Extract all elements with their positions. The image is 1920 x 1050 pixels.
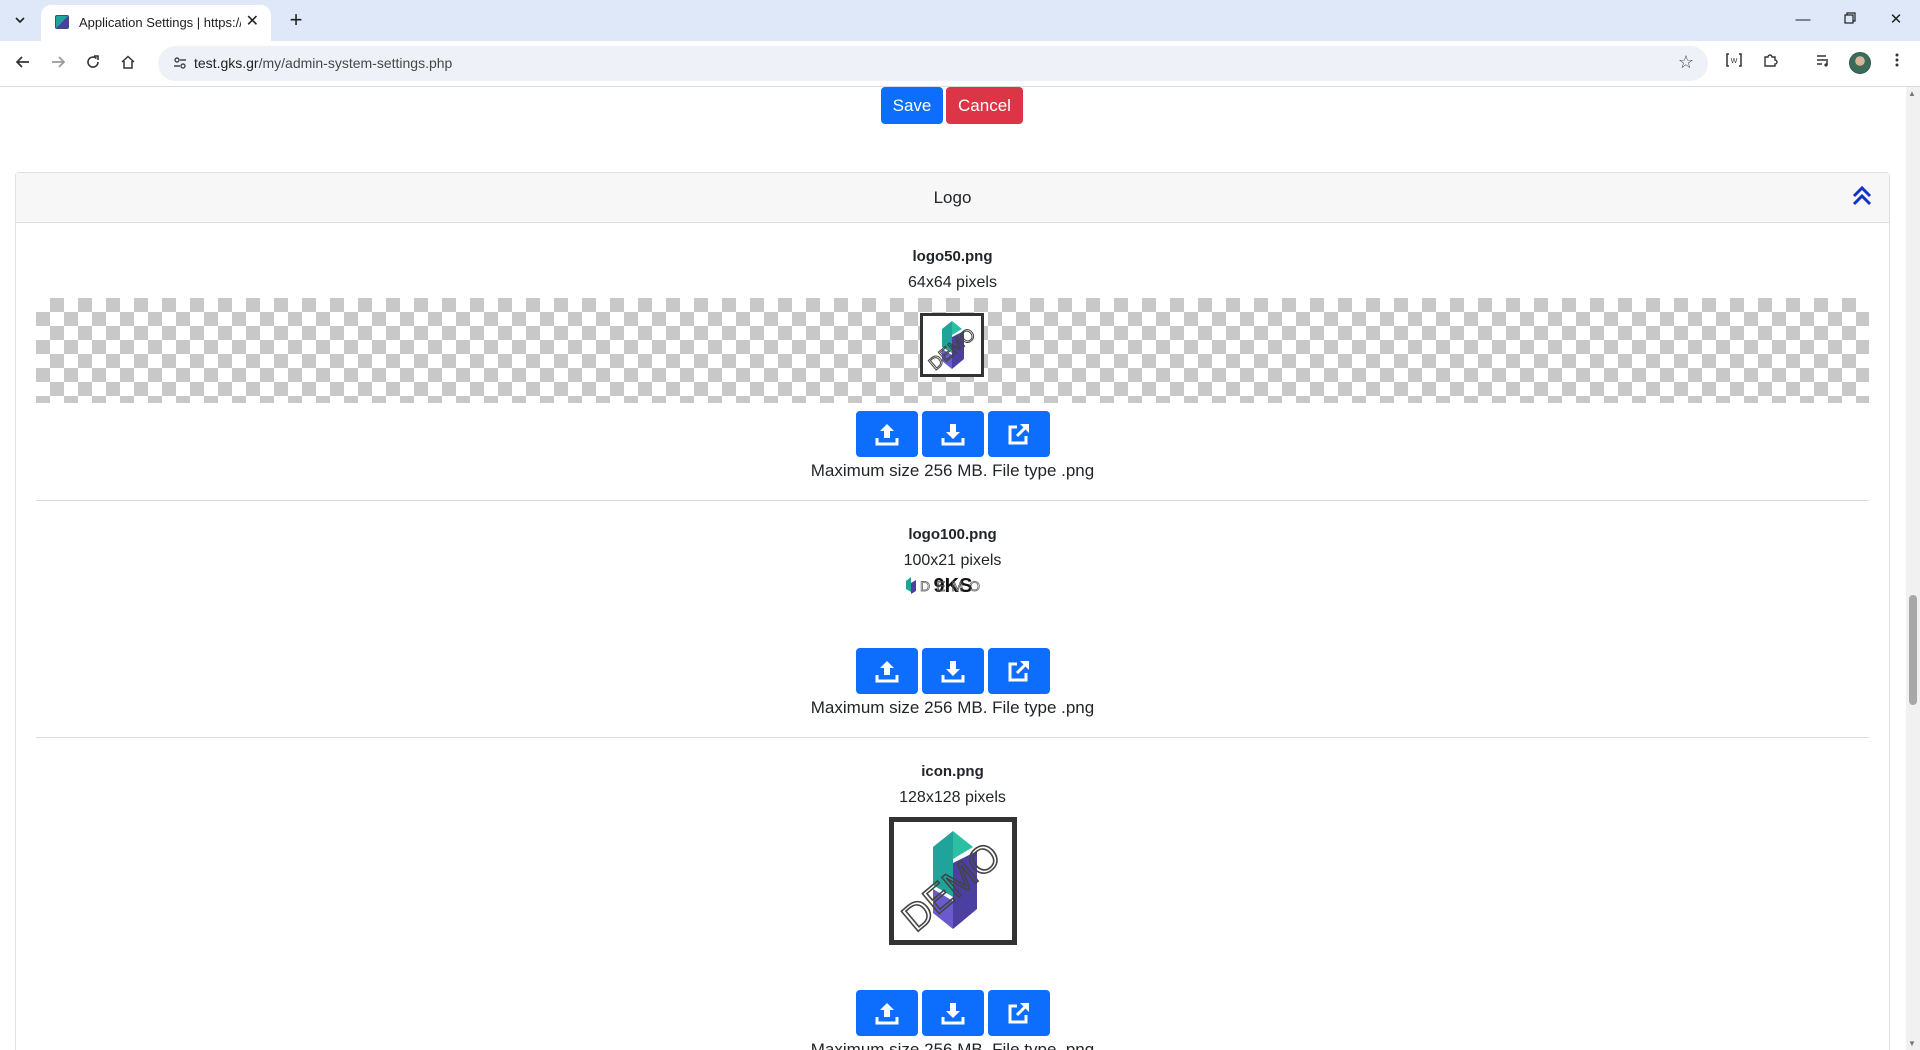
upload-button[interactable] [855,990,918,1036]
download-button[interactable] [921,648,984,694]
profile-avatar[interactable] [1849,52,1871,74]
arrow-left-icon [15,56,29,68]
new-tab-button[interactable]: + [282,7,310,35]
card-title: Logo [933,188,972,207]
file-actions [16,648,1889,694]
double-chevron-up-icon[interactable] [1849,183,1875,209]
icon-preview-image: DEMO [889,817,1017,945]
back-button[interactable] [8,49,38,79]
upload-button[interactable] [855,648,918,694]
url-path: /my/admin-system-settings.php [258,55,453,71]
chevron-down-icon [15,17,25,24]
arrow-right-icon [52,56,66,68]
file-name: icon.png [921,763,984,780]
file-help-text: Maximum size 256 MB. File type .png [810,461,1095,480]
file-actions [16,411,1889,457]
close-window-button[interactable]: ✕ [1881,8,1911,32]
file-actions [16,990,1889,1036]
scrollbar-thumb[interactable] [1909,595,1917,705]
restore-icon [1844,12,1856,24]
puzzle-icon [1764,54,1778,67]
divider [36,500,1869,501]
upload-icon [875,1003,898,1025]
svg-text:W: W [1731,58,1738,65]
browser-menu-button[interactable] [1885,52,1909,76]
media-control-button[interactable] [1811,52,1835,76]
page-viewport: Save Cancel Logo logo50.png 64x64 pixels… [0,87,1906,1050]
reload-icon [87,55,99,68]
home-button[interactable] [113,49,143,79]
logo100-preview-image: 9KS DEMO [906,575,986,597]
download-icon [941,424,964,446]
save-button[interactable]: Save [881,87,943,124]
page-scrollbar[interactable]: ▲ ▼ [1906,87,1920,1050]
kebab-menu-icon [1895,53,1899,67]
restore-button[interactable] [1835,8,1865,32]
bookmark-star-icon[interactable]: ☆ [1678,52,1694,73]
extension-button[interactable]: W [1722,52,1746,76]
browser-tab-bar: Application Settings | https://test.gks.… [0,0,1920,41]
demo-watermark: DEMO [920,578,986,594]
upload-icon [875,424,898,446]
file-dimensions: 128x128 pixels [899,789,1006,806]
file-name: logo100.png [908,526,997,543]
file-dimensions: 64x64 pixels [908,274,997,291]
upload-icon [875,661,898,683]
download-button[interactable] [921,411,984,457]
upload-button[interactable] [855,411,918,457]
cancel-button[interactable]: Cancel [946,87,1023,124]
url-text: test.gks.gr/my/admin-system-settings.php [194,55,452,71]
site-favicon-icon [55,15,69,29]
logo-settings-card: Logo logo50.png 64x64 pixels DEMO Maximu… [15,172,1890,1050]
bracket-extension-icon: W [1726,53,1742,67]
external-link-icon [1008,661,1029,682]
download-button[interactable] [921,990,984,1036]
browser-tab-active[interactable]: Application Settings | https://test.gks.… [41,5,271,41]
site-info-icon[interactable] [172,55,188,71]
card-header[interactable]: Logo [16,173,1889,223]
external-link-icon [1008,1003,1029,1024]
extensions-menu-button[interactable] [1758,52,1782,76]
logo50-preview-image: DEMO [920,313,984,377]
download-icon [941,1003,964,1025]
open-external-button[interactable] [987,990,1050,1036]
external-link-icon [1008,424,1029,445]
tab-close-icon[interactable]: ✕ [246,13,259,31]
scroll-up-arrow-icon[interactable]: ▲ [1908,89,1916,98]
divider [36,737,1869,738]
file-help-text: Maximum size 256 MB. File type .png [810,1040,1095,1050]
file-help-text: Maximum size 256 MB. File type .png [810,698,1095,717]
reload-button[interactable] [78,49,108,79]
download-icon [941,661,964,683]
address-bar[interactable]: test.gks.gr/my/admin-system-settings.php… [158,46,1708,81]
url-host: test.gks.gr [194,55,259,71]
browser-toolbar: test.gks.gr/my/admin-system-settings.php… [0,41,1920,87]
open-external-button[interactable] [987,411,1050,457]
playlist-icon [1817,55,1828,67]
minimize-button[interactable]: — [1788,8,1818,32]
file-dimensions: 100x21 pixels [903,552,1002,569]
home-icon [121,55,135,69]
tab-title: Application Settings | https://test.gks.… [79,15,241,30]
file-name: logo50.png [912,248,993,265]
open-external-button[interactable] [987,648,1050,694]
scroll-down-arrow-icon[interactable]: ▼ [1908,1039,1916,1048]
forward-button[interactable] [43,49,73,79]
tab-search-button[interactable] [6,8,34,32]
